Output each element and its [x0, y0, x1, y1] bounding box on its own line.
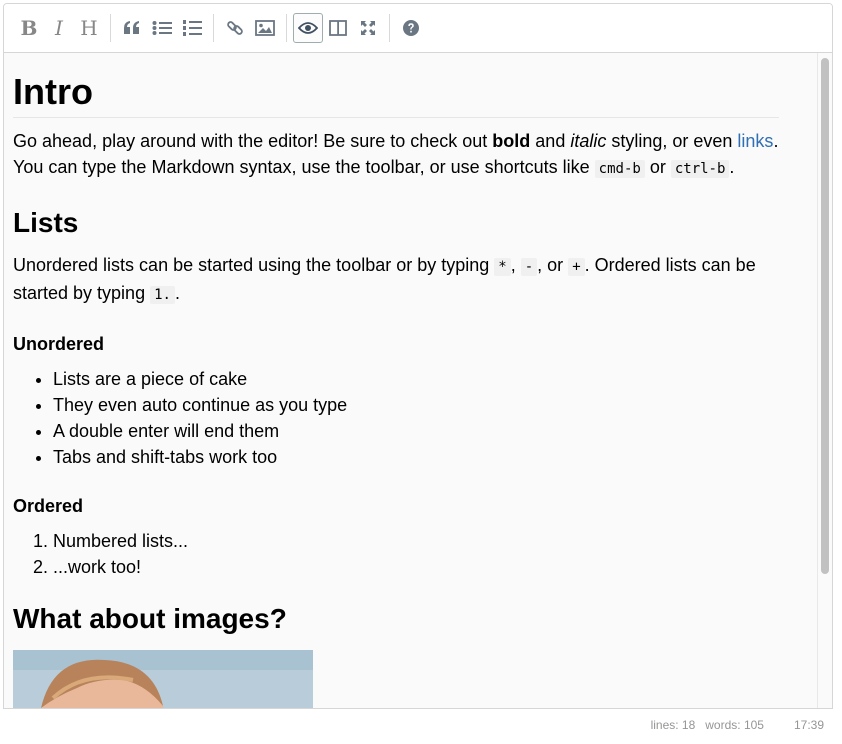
- bold-icon: B: [20, 16, 38, 40]
- status-bar: lines: 18 words: 105 17:39: [641, 718, 824, 732]
- help-button[interactable]: [396, 13, 426, 43]
- toolbar-separator: [110, 14, 111, 42]
- sample-image: [13, 650, 313, 708]
- preview-pane[interactable]: Intro Go ahead, play around with the edi…: [4, 53, 832, 708]
- expand-arrows-icon: [361, 21, 375, 35]
- link-icon: [227, 21, 243, 35]
- heading-lists: Lists: [13, 207, 79, 238]
- link-button[interactable]: [220, 13, 250, 43]
- italic-text: italic: [570, 131, 607, 151]
- bullet-list-icon: [152, 21, 172, 35]
- side-by-side-button[interactable]: [323, 13, 353, 43]
- code-plus: +: [568, 258, 585, 276]
- cursor-time: 17:39: [793, 718, 824, 732]
- list-item: ...work too!: [53, 554, 779, 580]
- heading-ordered: Ordered: [13, 496, 84, 516]
- image-icon: [255, 20, 275, 36]
- bold-text: bold: [492, 131, 531, 151]
- heading-intro: Intro: [13, 71, 779, 118]
- editor-toolbar: B I H: [4, 4, 832, 53]
- toolbar-separator: [286, 14, 287, 42]
- eye-icon: [298, 22, 318, 34]
- preview-scrollbar[interactable]: [817, 53, 832, 708]
- list-item: Tabs and shift-tabs work too: [53, 444, 779, 470]
- heading-unordered: Unordered: [13, 334, 105, 354]
- intro-paragraph: Go ahead, play around with the editor! B…: [13, 131, 779, 178]
- quote-button[interactable]: [117, 13, 147, 43]
- heading-button[interactable]: H: [74, 13, 104, 43]
- toolbar-separator: [389, 14, 390, 42]
- numbered-list-icon: [183, 20, 202, 36]
- image-button[interactable]: [250, 13, 280, 43]
- unordered-list: Lists are a piece of cake They even auto…: [13, 366, 779, 470]
- quote-icon: [124, 21, 139, 34]
- question-circle-icon: [403, 20, 419, 36]
- links-link[interactable]: links: [737, 131, 773, 151]
- ordered-list: Numbered lists... ...work too!: [13, 528, 779, 580]
- preview-button[interactable]: [293, 13, 323, 43]
- heading-icon: H: [80, 16, 98, 40]
- code-star: *: [494, 258, 511, 276]
- fullscreen-button[interactable]: [353, 13, 383, 43]
- heading-images: What about images?: [13, 603, 287, 634]
- columns-icon: [329, 20, 347, 36]
- scrollbar-thumb[interactable]: [821, 58, 829, 574]
- toolbar-separator: [213, 14, 214, 42]
- markdown-editor: B I H Intro Go ahead, play around with t…: [3, 3, 833, 709]
- line-count: lines: 18: [650, 718, 696, 732]
- preview-content: Intro Go ahead, play around with the edi…: [4, 71, 799, 708]
- list-item: Lists are a piece of cake: [53, 366, 779, 392]
- code-cmd-b: cmd-b: [594, 160, 645, 178]
- list-item: Numbered lists...: [53, 528, 779, 554]
- list-item: They even auto continue as you type: [53, 392, 779, 418]
- unordered-list-button[interactable]: [147, 13, 177, 43]
- bold-button[interactable]: B: [14, 13, 44, 43]
- ordered-list-button[interactable]: [177, 13, 207, 43]
- list-item: A double enter will end them: [53, 418, 779, 444]
- code-ctrl-b: ctrl-b: [670, 160, 730, 178]
- photo-illustration: [13, 650, 313, 708]
- code-dash: -: [520, 258, 538, 276]
- italic-icon: I: [55, 16, 63, 40]
- lists-paragraph: Unordered lists can be started using the…: [13, 255, 756, 304]
- code-one: 1.: [150, 286, 175, 304]
- italic-button[interactable]: I: [44, 13, 74, 43]
- word-count: words: 105: [705, 718, 764, 732]
